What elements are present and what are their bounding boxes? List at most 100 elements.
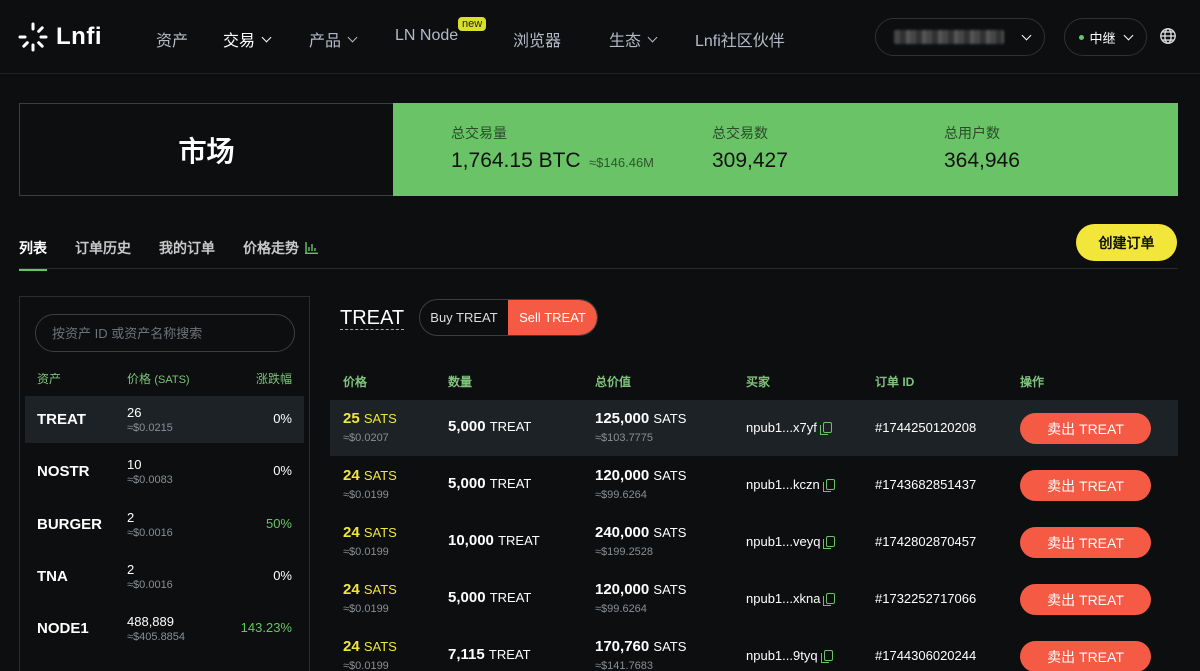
order-total: 120,000 SATS bbox=[595, 467, 686, 484]
wallet-account-button[interactable] bbox=[875, 18, 1045, 56]
asset-change: 0% bbox=[273, 568, 292, 583]
col-header-price: 价格 (SATS) bbox=[127, 370, 190, 387]
nav-ecosystem-label: 生态 bbox=[609, 33, 642, 50]
nav-ln-node-label: LN Node bbox=[395, 27, 459, 44]
asset-price-usd: ≈$0.0016 bbox=[127, 527, 173, 539]
nav-assets-label: 资产 bbox=[156, 33, 189, 50]
selected-asset-ticker[interactable]: TREAT bbox=[340, 307, 405, 330]
tab-label: 价格走势 bbox=[243, 240, 299, 256]
chevron-down-icon bbox=[1021, 30, 1032, 40]
create-order-button[interactable]: 创建订单 bbox=[1076, 224, 1177, 261]
asset-name: NODE1 bbox=[37, 620, 89, 637]
brand-name: Lnfi bbox=[56, 23, 102, 50]
asset-search-input[interactable] bbox=[35, 314, 295, 352]
nav-ecosystem[interactable]: 生态 bbox=[609, 27, 658, 51]
order-qty: 5,000 TREAT bbox=[448, 418, 531, 435]
status-dot-icon bbox=[1079, 34, 1085, 40]
sell-toggle-button[interactable]: Sell TREAT bbox=[508, 300, 597, 335]
col-header-price-unit: (SATS) bbox=[154, 374, 190, 386]
wallet-address-redacted bbox=[894, 30, 1004, 44]
order-total-value: 170,760 bbox=[595, 638, 650, 655]
relay-selector[interactable]: 中继 bbox=[1064, 18, 1147, 56]
col-header-action: 操作 bbox=[1020, 375, 1045, 389]
stat-total-trades: 总交易数 309,427 bbox=[712, 123, 788, 173]
order-buyer: npub1...xkna bbox=[746, 591, 836, 606]
copy-icon[interactable] bbox=[819, 422, 832, 435]
order-price-usd: ≈$0.0199 bbox=[343, 660, 389, 671]
order-buyer: npub1...x7yf bbox=[746, 420, 832, 435]
stat-sub-value: ≈$146.46M bbox=[589, 155, 655, 170]
order-price-value: 24 bbox=[343, 524, 360, 541]
order-buyer: npub1...veyq bbox=[746, 534, 836, 549]
tab-order-history[interactable]: 订单历史 bbox=[75, 238, 131, 258]
buy-toggle-button[interactable]: Buy TREAT bbox=[420, 300, 508, 335]
asset-row-node1[interactable]: NODE1 488,889 ≈$405.8854 143.23% bbox=[25, 605, 304, 652]
chevron-down-icon bbox=[261, 32, 272, 42]
order-total-usd: ≈$99.6264 bbox=[595, 603, 647, 615]
copy-icon[interactable] bbox=[822, 479, 835, 492]
order-total-usd: ≈$199.2528 bbox=[595, 546, 654, 558]
stat-label: 总用户数 bbox=[944, 125, 1000, 141]
order-qty-value: 5,000 bbox=[448, 418, 486, 435]
chevron-down-icon bbox=[1123, 30, 1133, 40]
nav-assets[interactable]: 资产 bbox=[156, 27, 188, 51]
buyer-npub: npub1...kczn bbox=[746, 477, 820, 492]
sell-order-button[interactable]: 卖出 TREAT bbox=[1020, 584, 1151, 615]
asset-change: 50% bbox=[265, 516, 292, 531]
asset-price: 2 bbox=[127, 562, 135, 577]
order-qty: 5,000 TREAT bbox=[448, 589, 531, 606]
asset-row-tna[interactable]: TNA 2 ≈$0.0016 0% bbox=[25, 553, 304, 600]
order-total-usd: ≈$103.7775 bbox=[595, 432, 654, 444]
top-nav: Lnfi 资产 交易 产品 LN Node new 浏览器 生态 Lnfi社区伙… bbox=[0, 0, 1200, 74]
order-total-usd: ≈$141.7683 bbox=[595, 660, 654, 671]
tab-list[interactable]: 列表 bbox=[19, 238, 47, 271]
asset-row-burger[interactable]: BURGER 2 ≈$0.0016 50% bbox=[25, 501, 304, 548]
order-price-unit: SATS bbox=[363, 525, 397, 540]
nav-products[interactable]: 产品 bbox=[309, 27, 358, 51]
sell-order-button[interactable]: 卖出 TREAT bbox=[1020, 527, 1151, 558]
asset-row-nostr[interactable]: NOSTR 10 ≈$0.0083 0% bbox=[25, 448, 304, 495]
order-qty: 10,000 TREAT bbox=[448, 532, 540, 549]
nav-ln-node[interactable]: LN Node new bbox=[395, 17, 487, 45]
nav-trade[interactable]: 交易 bbox=[223, 27, 272, 51]
order-price-value: 25 bbox=[343, 410, 360, 427]
buyer-npub: npub1...veyq bbox=[746, 534, 821, 549]
order-price-unit: SATS bbox=[363, 582, 397, 597]
order-total: 170,760 SATS bbox=[595, 638, 686, 655]
market-title-box: 市场 bbox=[19, 103, 394, 196]
order-price-unit: SATS bbox=[363, 411, 397, 426]
asset-name: BURGER bbox=[37, 516, 103, 533]
asset-row-treat[interactable]: TREAT 26 ≈$0.0215 0% bbox=[25, 396, 304, 443]
stat-total-volume: 总交易量 1,764.15 BTC ≈$146.46M bbox=[451, 123, 654, 173]
tab-my-orders[interactable]: 我的订单 bbox=[159, 238, 215, 258]
copy-icon[interactable] bbox=[823, 536, 836, 549]
order-total-value: 120,000 bbox=[595, 581, 650, 598]
copy-icon[interactable] bbox=[823, 593, 836, 606]
order-qty-unit: TREAT bbox=[489, 419, 532, 434]
tab-price-trend[interactable]: 价格走势 bbox=[243, 238, 318, 258]
order-total: 240,000 SATS bbox=[595, 524, 686, 541]
order-qty-unit: TREAT bbox=[489, 476, 532, 491]
sell-order-button[interactable]: 卖出 TREAT bbox=[1020, 470, 1151, 501]
order-total: 120,000 SATS bbox=[595, 581, 686, 598]
order-qty-unit: TREAT bbox=[498, 533, 540, 548]
nav-products-label: 产品 bbox=[309, 33, 342, 50]
nav-explorer[interactable]: 浏览器 bbox=[513, 27, 561, 51]
brand-logo[interactable]: Lnfi bbox=[18, 22, 102, 52]
tab-label: 我的订单 bbox=[159, 240, 215, 256]
stats-banner: 总交易量 1,764.15 BTC ≈$146.46M 总交易数 309,427… bbox=[393, 103, 1178, 196]
order-qty-value: 10,000 bbox=[448, 532, 494, 549]
stat-value: 1,764.15 BTC bbox=[451, 149, 581, 172]
order-id: #1742802870457 bbox=[875, 534, 977, 549]
buy-sell-toggle: Buy TREAT Sell TREAT bbox=[419, 299, 598, 336]
stat-label: 总交易量 bbox=[451, 125, 507, 141]
order-price: 24 SATS bbox=[343, 638, 397, 655]
sell-order-button[interactable]: 卖出 TREAT bbox=[1020, 641, 1151, 671]
nav-community-partners[interactable]: Lnfi社区伙伴 bbox=[695, 27, 785, 51]
col-header-change: 涨跌幅 bbox=[255, 372, 292, 386]
sell-order-button[interactable]: 卖出 TREAT bbox=[1020, 413, 1151, 444]
col-header-price: 价格 bbox=[343, 375, 368, 389]
globe-icon[interactable] bbox=[1159, 27, 1177, 45]
copy-icon[interactable] bbox=[820, 650, 833, 663]
nav-community-label: Lnfi社区伙伴 bbox=[695, 33, 785, 50]
